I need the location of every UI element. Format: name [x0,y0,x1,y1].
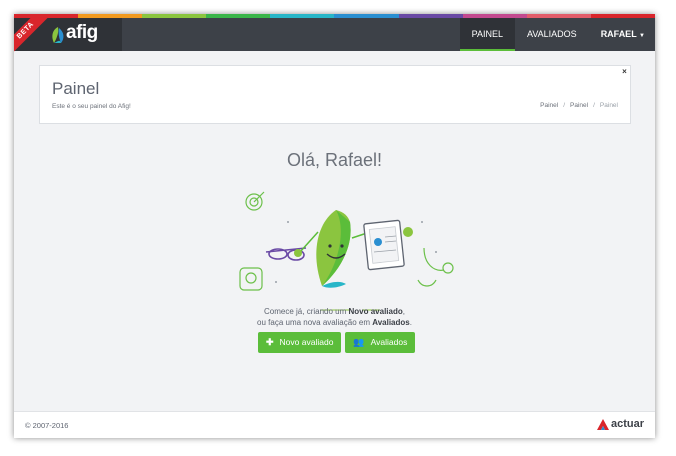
stethoscope-icon [417,247,454,287]
actuar-logo-icon [596,418,609,430]
mascot-illustration [239,191,454,311]
footer: © 2007-2016 actuar [14,411,655,438]
actuar-logo[interactable]: actuar [596,418,644,430]
scale-icon [239,267,263,291]
afig-logo-icon [52,27,64,43]
users-icon: 👥 [353,337,365,347]
copyright-text: © 2007-2016 [25,421,69,430]
user-name: RAFAEL [600,29,637,39]
top-navbar: BETA afig PAINEL AVALIADOS RAFAEL ▼ [14,14,655,58]
logo-text: afig [66,22,98,43]
breadcrumb-current: Painel [599,102,618,109]
action-buttons: ✚ Novo avaliado 👥 Avaliados [258,332,416,353]
greeting-heading: Olá, Rafael! [286,150,383,170]
close-icon[interactable]: × [619,66,630,77]
nav-avaliados[interactable]: AVALIADOS [515,18,589,51]
breadcrumb: Painel / Painel / Painel [540,102,618,109]
avaliados-button[interactable]: 👥 Avaliados [345,332,416,353]
main-nav: PAINEL AVALIADOS RAFAEL ▼ [459,18,655,51]
page-subtitle: Este é o seu painel do Afig! [52,103,131,110]
new-avaliado-button[interactable]: ✚ Novo avaliado [258,332,342,353]
beta-badge: BETA [14,14,53,58]
caret-down-icon: ▼ [639,33,645,39]
nav-painel[interactable]: PAINEL [459,18,515,51]
welcome-message: Comece já, criando um Novo avaliado, ou … [257,307,412,327]
report-clipboard-icon [363,219,413,271]
breadcrumb-item-1[interactable]: Painel [540,102,558,109]
page-header-card: × Painel Este é o seu painel do Afig! Pa… [39,65,631,124]
breadcrumb-item-2[interactable]: Painel [570,102,588,109]
target-icon [245,191,265,211]
page-title: Painel [52,79,100,98]
app-window: BETA afig PAINEL AVALIADOS RAFAEL ▼ × Pa… [14,14,655,438]
brand-logo[interactable]: BETA afig [14,14,122,58]
user-menu[interactable]: RAFAEL ▼ [589,18,655,51]
plus-icon: ✚ [266,337,274,347]
